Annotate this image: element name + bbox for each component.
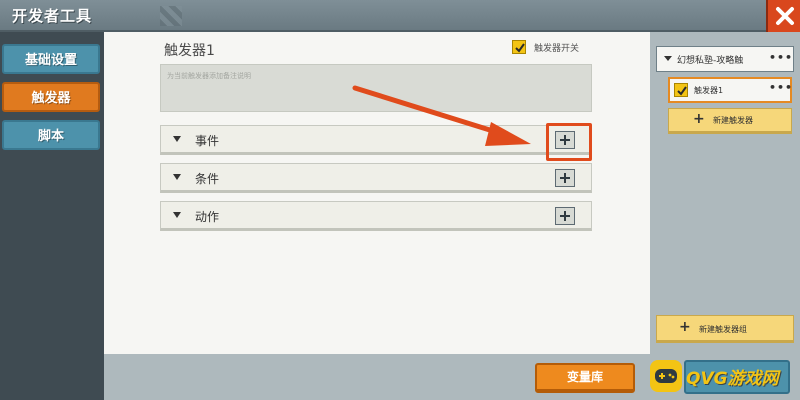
trigger-group[interactable]: 幻想私塾-攻略触 ••• — [656, 46, 794, 72]
caret-down-icon — [173, 174, 181, 180]
more-icon[interactable]: ••• — [769, 51, 793, 64]
new-trigger-button[interactable]: + 新建触发器 — [668, 108, 792, 134]
trigger-list-item[interactable]: 触发器1 ••• — [668, 77, 792, 103]
close-button[interactable] — [766, 0, 800, 32]
trigger-switch-label: 触发器开关 — [534, 44, 580, 54]
add-condition-button[interactable] — [555, 169, 575, 187]
nav-triggers[interactable]: 触发器 — [2, 82, 100, 112]
trigger-title[interactable]: 触发器1 — [164, 40, 215, 60]
trigger-editor: 触发器1 触发器开关 为当前触发器添加备注说明 事件 条件 动作 — [104, 32, 650, 354]
nav-basic-settings[interactable]: 基础设置 — [2, 44, 100, 74]
checkbox-checked[interactable] — [674, 83, 688, 97]
variable-library-button[interactable]: 变量库 — [535, 363, 635, 393]
new-trigger-label: 新建触发器 — [713, 116, 753, 125]
plus-icon: + — [679, 319, 691, 335]
description-placeholder: 为当前触发器添加备注说明 — [167, 72, 251, 80]
left-nav: 基础设置 触发器 脚本 — [0, 32, 104, 400]
close-icon — [776, 7, 794, 25]
trigger-list-panel: 幻想私塾-攻略触 ••• 触发器1 ••• + 新建触发器 + 新建触发器组 — [650, 32, 800, 354]
watermark-text: QVG游戏网 — [686, 369, 779, 389]
section-conditions[interactable]: 条件 — [160, 163, 592, 193]
window-title: 开发者工具 — [12, 7, 93, 25]
caret-down-icon — [173, 136, 181, 142]
watermark: QVG游戏网 — [644, 356, 800, 396]
check-icon — [677, 86, 687, 96]
section-conditions-label: 条件 — [195, 172, 220, 186]
add-event-button[interactable] — [555, 131, 575, 149]
title-bar: 开发者工具 — [0, 0, 800, 32]
chevron-down-icon — [664, 56, 672, 61]
gamepad-icon — [650, 360, 682, 392]
new-group-label: 新建触发器组 — [699, 325, 747, 334]
trigger-group-label: 幻想私塾-攻略触 — [677, 56, 744, 66]
checkbox-checked[interactable] — [512, 40, 526, 54]
plus-icon: + — [693, 111, 705, 127]
nav-scripts[interactable]: 脚本 — [2, 120, 100, 150]
section-events-label: 事件 — [195, 134, 220, 148]
more-icon[interactable]: ••• — [769, 81, 793, 94]
caret-down-icon — [173, 212, 181, 218]
add-action-button[interactable] — [555, 207, 575, 225]
trigger-item-label: 触发器1 — [694, 86, 724, 95]
new-trigger-group-button[interactable]: + 新建触发器组 — [656, 315, 794, 343]
red-arrow-annotation — [352, 85, 531, 146]
title-decoration — [160, 6, 182, 26]
check-icon — [515, 43, 525, 53]
section-actions[interactable]: 动作 — [160, 201, 592, 231]
section-actions-label: 动作 — [195, 210, 220, 224]
